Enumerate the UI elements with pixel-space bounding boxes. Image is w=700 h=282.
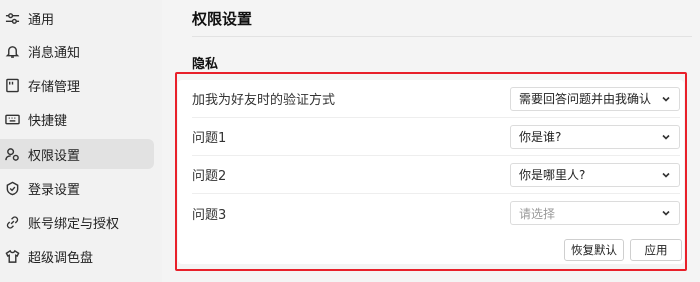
sidebar-item-login[interactable]: 登录设置 [0, 173, 154, 203]
sidebar-item-label: 通用 [28, 12, 55, 28]
chevron-down-icon [662, 210, 670, 216]
main-content: 权限设置 隐私 加我为好友时的验证方式 需要回答问题并由我确认 问题1 你是谁?… [162, 0, 700, 282]
keyboard-icon [4, 111, 20, 127]
section-title: 隐私 [192, 57, 219, 72]
select-value: 你是谁? [519, 130, 562, 144]
question-1-select[interactable]: 你是谁? [510, 124, 680, 149]
verification-method-select[interactable]: 需要回答问题并由我确认 [510, 86, 680, 111]
question-3-row: 问题3 请选择 [192, 194, 680, 232]
tshirt-icon [4, 248, 20, 264]
sidebar-item-account-binding[interactable]: 账号绑定与授权 [0, 207, 154, 237]
sidebar-item-label: 账号绑定与授权 [28, 216, 120, 232]
reset-default-button[interactable]: 恢复默认 [564, 239, 624, 261]
sidebar-item-palette[interactable]: 超级调色盘 [0, 241, 154, 271]
sidebar-item-label: 超级调色盘 [28, 250, 94, 266]
sidebar-item-label: 权限设置 [28, 148, 81, 164]
sliders-icon [4, 10, 20, 26]
user-permission-icon [4, 146, 20, 162]
select-value: 你是哪里人? [519, 168, 586, 182]
question-2-row: 问题2 你是哪里人? [192, 156, 680, 194]
sidebar-item-shortcuts[interactable]: 快捷键 [0, 104, 154, 134]
sidebar-item-label: 存储管理 [28, 79, 81, 95]
page-title: 权限设置 [192, 10, 253, 28]
sidebar-item-permissions[interactable]: 权限设置 [0, 139, 154, 169]
sidebar-item-label: 消息通知 [28, 45, 81, 61]
row-label: 加我为好友时的验证方式 [192, 93, 336, 108]
verification-method-row: 加我为好友时的验证方式 需要回答问题并由我确认 [192, 80, 680, 118]
row-label: 问题3 [192, 207, 227, 223]
storage-icon [4, 77, 20, 93]
sidebar-item-storage[interactable]: 存储管理 [0, 70, 154, 100]
shield-icon [4, 180, 20, 196]
chevron-down-icon [662, 134, 670, 140]
chevron-down-icon [662, 96, 670, 102]
question-3-select[interactable]: 请选择 [510, 201, 680, 225]
question-2-select[interactable]: 你是哪里人? [510, 162, 680, 187]
privacy-panel: 加我为好友时的验证方式 需要回答问题并由我确认 问题1 你是谁? 问题2 你是哪… [178, 80, 684, 264]
sidebar-item-notifications[interactable]: 消息通知 [0, 36, 154, 66]
sidebar-item-general[interactable]: 通用 [0, 3, 154, 33]
sidebar-item-label: 登录设置 [28, 182, 81, 198]
select-placeholder: 请选择 [519, 206, 556, 221]
row-label: 问题1 [192, 131, 227, 146]
question-1-row: 问题1 你是谁? [192, 118, 680, 156]
chevron-down-icon [662, 172, 670, 178]
apply-button[interactable]: 应用 [630, 239, 682, 261]
row-label: 问题2 [192, 169, 227, 184]
bell-icon [4, 43, 20, 59]
link-icon [4, 214, 20, 230]
sidebar-item-label: 快捷键 [28, 113, 68, 129]
sidebar: 通用 消息通知 存储管理 快捷键 权限设置 登录设置 账号绑定与授权 超级调色盘 [0, 0, 162, 282]
divider [192, 36, 692, 37]
select-value: 需要回答问题并由我确认 [519, 92, 652, 106]
